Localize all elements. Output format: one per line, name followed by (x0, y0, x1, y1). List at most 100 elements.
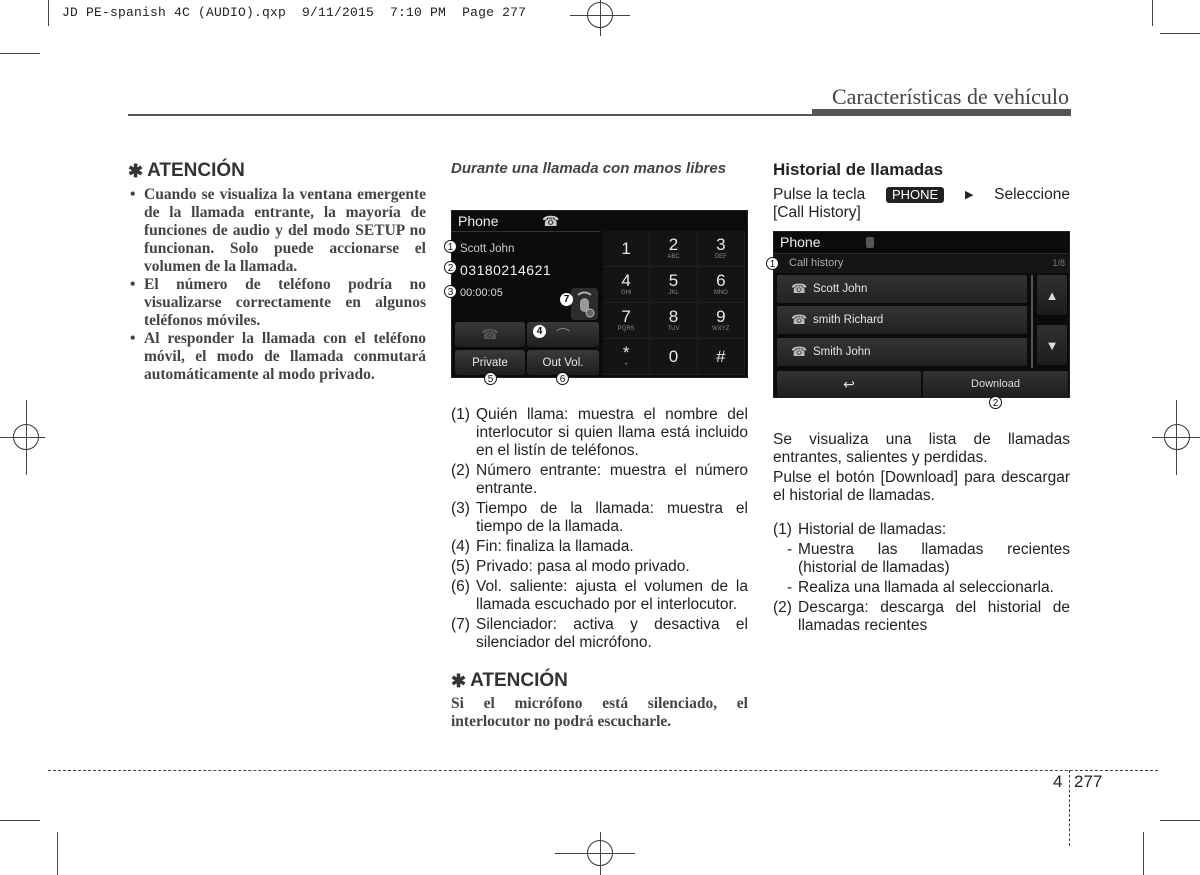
crop-mark (48, 0, 49, 26)
key-digit: 8 (668, 307, 679, 326)
call-history-screen: Phone Call history 1/8 ☎ Scott John ☎ sm… (773, 231, 1070, 398)
attention-heading: ✱ ATENCIÓN (451, 670, 748, 692)
page-number: 277 (1074, 772, 1103, 791)
item-text: Descarga: descarga del historial de llam… (798, 599, 1070, 634)
key-star[interactable]: * + (603, 339, 651, 375)
print-slug: JD PE-spanish 4C (AUDIO).qxp 9/11/2015 7… (62, 5, 527, 20)
key-letters: DEF (714, 254, 727, 260)
scroll-up-button[interactable]: ▲ (1037, 275, 1067, 315)
key-6[interactable]: 6 MNO (697, 267, 745, 303)
key-letters: MNO (713, 290, 728, 296)
key-9[interactable]: 9 WXYZ (697, 303, 745, 339)
triangle-down-icon: ▼ (1045, 337, 1059, 353)
item-number: (1) (773, 521, 792, 538)
middle-column: Durante una llamada con manos libres (451, 160, 748, 178)
attention-list: Cuando se visualiza la ventana emergente… (128, 186, 426, 384)
attention-body: Si el micrófono está silenciado, el inte… (451, 695, 748, 730)
key-0[interactable]: 0 (650, 339, 698, 375)
call-history-item[interactable]: ☎ smith Richard (777, 306, 1027, 334)
crop-mark (0, 820, 40, 821)
callout-2: 2 (444, 261, 457, 274)
footer-divider (48, 770, 1158, 771)
chapter-number: 4 (1053, 772, 1063, 791)
key-digit: # (716, 347, 726, 366)
key-letters: GHI (620, 290, 632, 296)
list-item: (6) Vol. saliente: ajusta el volumen de l… (451, 578, 748, 614)
download-button[interactable]: Download (923, 371, 1068, 397)
scrollbar[interactable] (1031, 275, 1033, 368)
key-digit: 5 (668, 271, 679, 290)
missed-call-icon: ☎ (791, 344, 808, 359)
call-history-item[interactable]: ☎ Smith John (777, 338, 1027, 366)
in-call-screen: Phone ☎ Scott John 03180214621 00:00:05 … (451, 210, 748, 378)
section-subheading: Durante una llamada con manos libres (451, 160, 727, 177)
key-letters: JKL (668, 290, 679, 296)
call-history-title: Call history (789, 257, 844, 269)
screen-title: Phone (780, 234, 821, 250)
play-arrow-icon: ▶ (964, 189, 974, 201)
answer-call-button[interactable]: ☎ (455, 322, 525, 347)
mute-button[interactable] (571, 288, 598, 320)
crop-mark (26, 400, 27, 475)
key-8[interactable]: 8 TUV (650, 303, 698, 339)
call-time: 00:00:05 (460, 287, 503, 299)
key-3[interactable]: 3 DEF (697, 231, 745, 267)
key-digit: 9 (716, 307, 726, 326)
scroll-down-button[interactable]: ▼ (1037, 325, 1067, 365)
screen-divider (452, 231, 600, 232)
callout-2: 2 (989, 396, 1002, 409)
key-letters: WXYZ (712, 326, 730, 332)
key-digit: 6 (716, 271, 726, 290)
key-2[interactable]: 2 ABC (650, 231, 698, 267)
key-4[interactable]: 4 GHI (603, 267, 651, 303)
right-column-body: Se visualiza una lista de llamadas entra… (773, 431, 1070, 637)
item-text: Historial de llamadas: (798, 521, 947, 538)
key-5[interactable]: 5 JKL (650, 267, 698, 303)
sub-item-text: Realiza una llamada al seleccionarla. (798, 579, 1054, 596)
item-text: Privado: pasa al modo privado. (476, 558, 690, 575)
sub-item-text: Muestra las llamadas recientes (historia… (798, 541, 1070, 576)
attention-bullet: Al responder la llamada con el teléfono … (128, 330, 426, 384)
crop-mark (600, 832, 601, 875)
hang-up-icon: ⌒ (556, 326, 570, 343)
left-column: ✱ ATENCIÓN Cuando se visualiza la ventan… (128, 160, 426, 384)
back-button[interactable]: ↩ (777, 371, 921, 397)
outgoing-call-icon: ☎ (791, 312, 808, 327)
list-item: (2) Descarga: descarga del historial de l… (773, 599, 1070, 635)
key-letters: PQRS (617, 326, 635, 332)
list-item: (2) Número entrante: muestra el número en… (451, 462, 748, 498)
item-text: Quién llama: muestra el nombre del inter… (476, 406, 748, 459)
key-digit: 3 (716, 235, 726, 254)
callout-1: 1 (766, 257, 779, 270)
asterisk-icon: ✱ (451, 670, 467, 691)
section-heading: Historial de llamadas (773, 160, 944, 179)
right-column: Historial de llamadas Pulse la tecla PHO… (773, 160, 1070, 222)
call-history-header: Call history 1/8 (774, 253, 1069, 273)
key-digit: 4 (621, 271, 631, 290)
item-text: Vol. saliente: ajusta el volumen de la l… (476, 578, 748, 613)
instruction-line2: [Call History] (773, 204, 861, 221)
item-number: (1) (451, 406, 470, 423)
key-digit: * (622, 343, 630, 362)
key-digit: 1 (621, 239, 631, 258)
instruction: Pulse la tecla PHONE ▶ Seleccione (773, 186, 1070, 204)
caller-number: 03180214621 (460, 262, 552, 278)
item-number: (4) (451, 538, 470, 555)
list-item: (4) Fin: finaliza la llamada. (451, 538, 748, 556)
attention-title: ATENCIÓN (470, 670, 568, 691)
key-letters: ABC (667, 254, 680, 260)
key-hash[interactable]: # (697, 339, 745, 375)
key-digit: 7 (621, 307, 631, 326)
header-divider (128, 114, 813, 116)
screen-title: Phone (458, 213, 499, 229)
key-7[interactable]: 7 PQRS (603, 303, 651, 339)
crop-mark (0, 437, 45, 438)
key-digit: 2 (668, 235, 679, 254)
instruction-text: Seleccione (994, 186, 1070, 203)
item-text: Silenciador: activa y desactiva el silen… (476, 616, 748, 651)
item-text: Número entrante: muestra el número entra… (476, 462, 748, 497)
item-number: (6) (451, 578, 470, 595)
callout-7: 7 (560, 293, 573, 306)
key-1[interactable]: 1 (603, 231, 651, 267)
call-history-item[interactable]: ☎ Scott John (777, 275, 1027, 303)
